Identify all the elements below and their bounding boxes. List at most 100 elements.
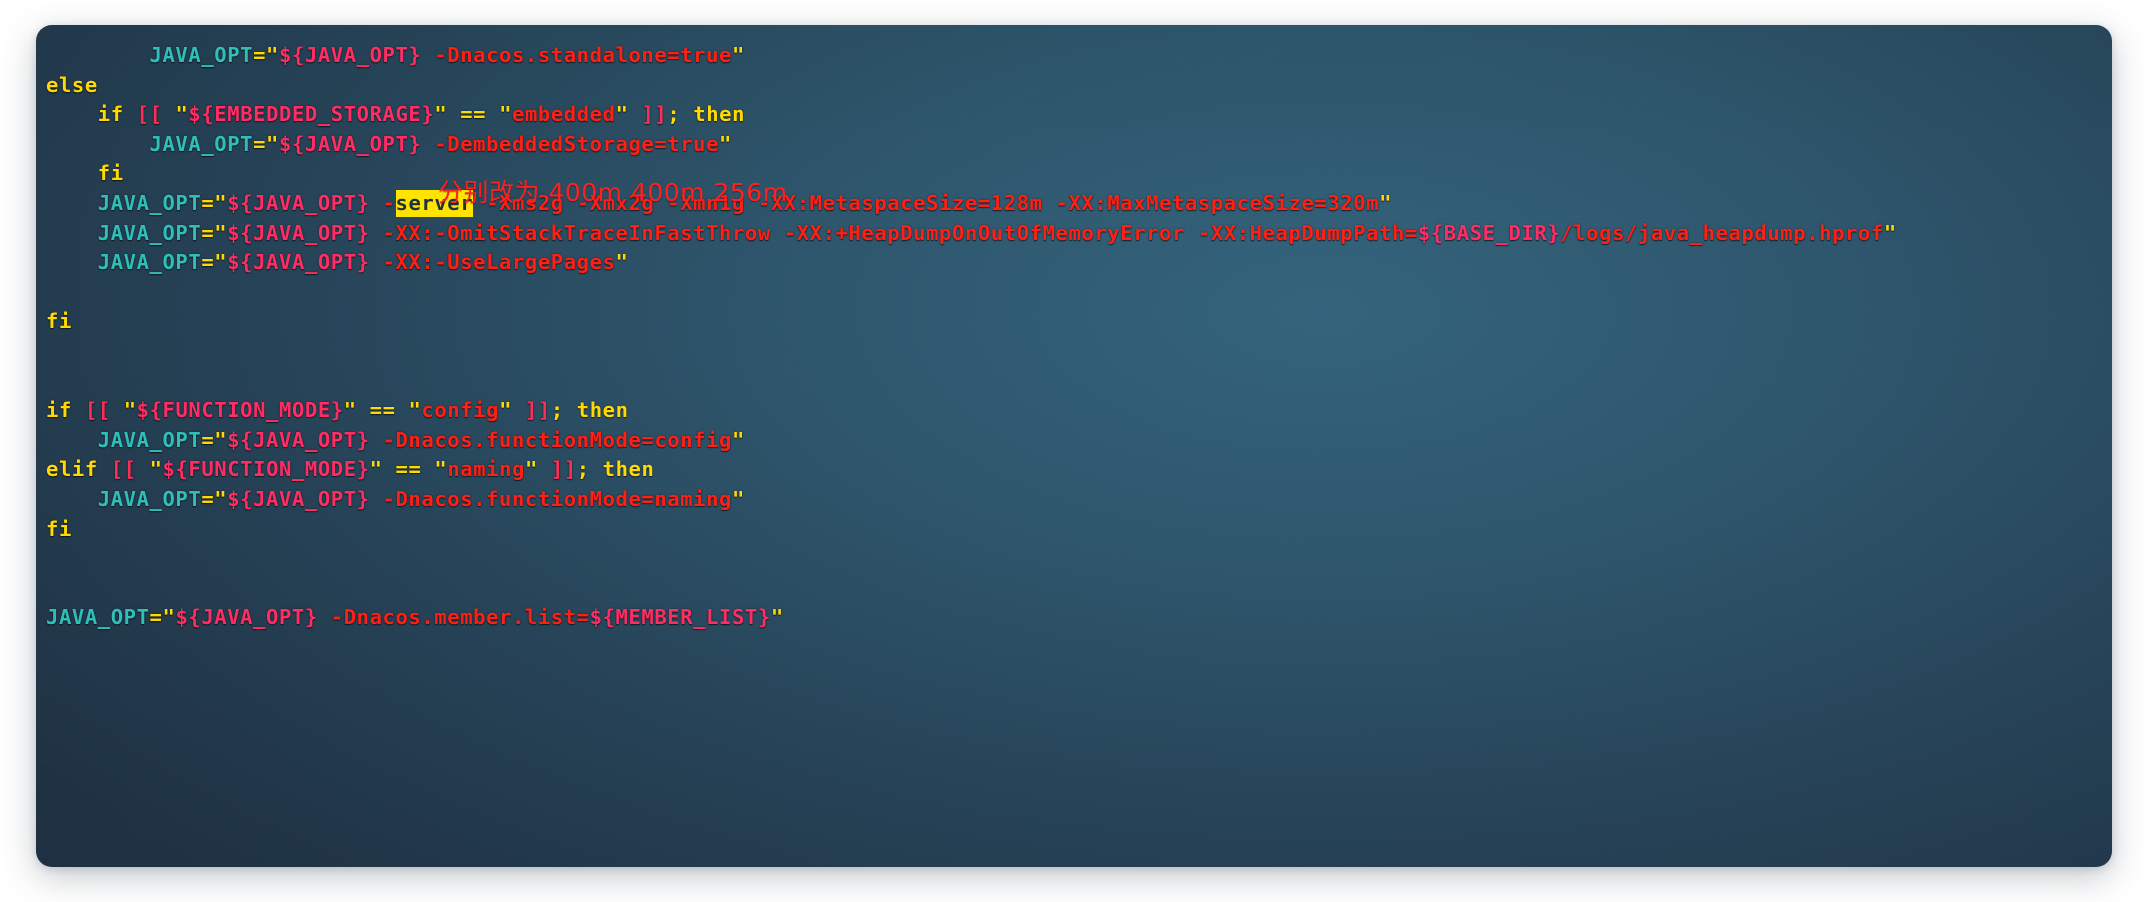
line-12-blank[interactable]: [46, 367, 2112, 397]
code-token: =: [201, 190, 215, 215]
code-token: ${JAVA_OPT}: [227, 427, 370, 452]
code-token: then: [602, 457, 655, 482]
code-token: -Dnacos.member.list=: [317, 605, 590, 630]
line-10-fi-outer[interactable]: fi: [46, 307, 2112, 337]
code-token: ==: [369, 398, 396, 423]
code-token: =: [201, 220, 215, 245]
code-token: if: [46, 398, 72, 423]
line-8-uselargepages-opt[interactable]: JAVA_OPT="${JAVA_OPT} -XX:-UseLargePages…: [46, 248, 2112, 278]
code-token: ": [343, 398, 357, 423]
line-7-heapdump-opts[interactable]: JAVA_OPT="${JAVA_OPT} -XX:-OmitStackTrac…: [46, 219, 2112, 249]
code-token: ": [149, 457, 163, 482]
code-token: ": [214, 190, 228, 215]
line-6-memory-opts[interactable]: JAVA_OPT="${JAVA_OPT} -server -Xms2g -Xm…: [46, 189, 2112, 219]
code-token: JAVA_OPT: [46, 605, 150, 630]
line-20-member-list-opt[interactable]: JAVA_OPT="${JAVA_OPT} -Dnacos.member.lis…: [46, 603, 2112, 633]
code-token: ${MEMBER_LIST}: [589, 605, 771, 630]
line-3-if-embedded-storage[interactable]: if [[ "${EMBEDDED_STORAGE}" == "embedded…: [46, 100, 2112, 130]
code-token: fi: [46, 309, 72, 334]
line-4-embedded-storage-opt[interactable]: JAVA_OPT="${JAVA_OPT} -DembeddedStorage=…: [46, 130, 2112, 160]
code-token: JAVA_OPT: [97, 427, 202, 452]
line-1-standalone-opt[interactable]: JAVA_OPT="${JAVA_OPT} -Dnacos.standalone…: [46, 41, 2112, 71]
code-token: JAVA_OPT: [149, 131, 254, 156]
line-17-fi-function-mode[interactable]: fi: [46, 515, 2112, 545]
line-2-else[interactable]: else: [46, 71, 2112, 101]
code-token: ": [499, 398, 513, 423]
line-9-blank[interactable]: [46, 278, 2112, 308]
code-panel: JAVA_OPT="${JAVA_OPT} -Dnacos.standalone…: [36, 25, 2112, 867]
code-token: ": [434, 102, 448, 127]
code-token: ]]: [524, 398, 551, 423]
code-token: ${JAVA_OPT}: [279, 43, 422, 67]
code-token: then: [693, 102, 746, 127]
code-token: [[: [110, 457, 137, 482]
code-token: ;: [576, 457, 590, 482]
code-token: =: [149, 605, 163, 630]
code-token: ": [1883, 220, 1897, 245]
code-token: JAVA_OPT: [97, 190, 202, 215]
code-token: ": [1379, 190, 1393, 215]
code-token: ${FUNCTION_MODE}: [162, 457, 370, 482]
code-token: ]]: [641, 102, 668, 127]
code-token: JAVA_OPT: [97, 486, 202, 511]
line-19-blank[interactable]: [46, 574, 2112, 604]
line-18-blank[interactable]: [46, 544, 2112, 574]
line-14-function-mode-config-opt[interactable]: JAVA_OPT="${JAVA_OPT} -Dnacos.functionMo…: [46, 426, 2112, 456]
code-token: ": [175, 102, 189, 127]
code-token: ${JAVA_OPT}: [227, 486, 370, 511]
code-token: ": [408, 398, 422, 423]
code-token: ": [770, 605, 784, 630]
code-token: fi: [46, 516, 72, 541]
code-token: ": [214, 220, 228, 245]
code-token: -XX:-OmitStackTraceInFastThrow -XX:+Heap…: [369, 220, 1418, 245]
code-token: ": [731, 43, 745, 67]
code-token: ;: [550, 398, 564, 423]
code-token: -Dnacos.standalone=true: [421, 43, 732, 67]
code-token: ==: [395, 457, 422, 482]
screenshot-root: JAVA_OPT="${JAVA_OPT} -Dnacos.standalone…: [0, 0, 2148, 902]
code-token: ": [524, 457, 538, 482]
code-token: config: [421, 398, 500, 423]
code-token: -Dnacos.functionMode=config: [369, 427, 732, 452]
code-token: ": [266, 131, 279, 156]
code-token: ": [732, 427, 745, 452]
code-token: naming: [447, 457, 525, 482]
code-token: ": [434, 457, 448, 482]
line-11-blank[interactable]: [46, 337, 2112, 367]
line-5-fi-inner[interactable]: fi: [46, 159, 2112, 189]
line-15-elif-function-mode-naming[interactable]: elif [[ "${FUNCTION_MODE}" == "naming" ]…: [46, 455, 2112, 485]
code-listing[interactable]: JAVA_OPT="${JAVA_OPT} -Dnacos.standalone…: [36, 25, 2112, 633]
code-token: ${JAVA_OPT}: [279, 131, 422, 156]
code-token: ": [162, 605, 176, 630]
code-token: -Dnacos.functionMode=naming: [369, 486, 732, 511]
code-token: ${JAVA_OPT}: [175, 605, 318, 630]
code-token: -: [369, 190, 396, 215]
line-16-function-mode-naming-opt[interactable]: JAVA_OPT="${JAVA_OPT} -Dnacos.functionMo…: [46, 485, 2112, 515]
line-13-if-function-mode-config[interactable]: if [[ "${FUNCTION_MODE}" == "config" ]];…: [46, 396, 2112, 426]
code-token: ]]: [550, 457, 577, 482]
code-token: ;: [667, 102, 681, 127]
code-token: embedded: [512, 102, 616, 127]
